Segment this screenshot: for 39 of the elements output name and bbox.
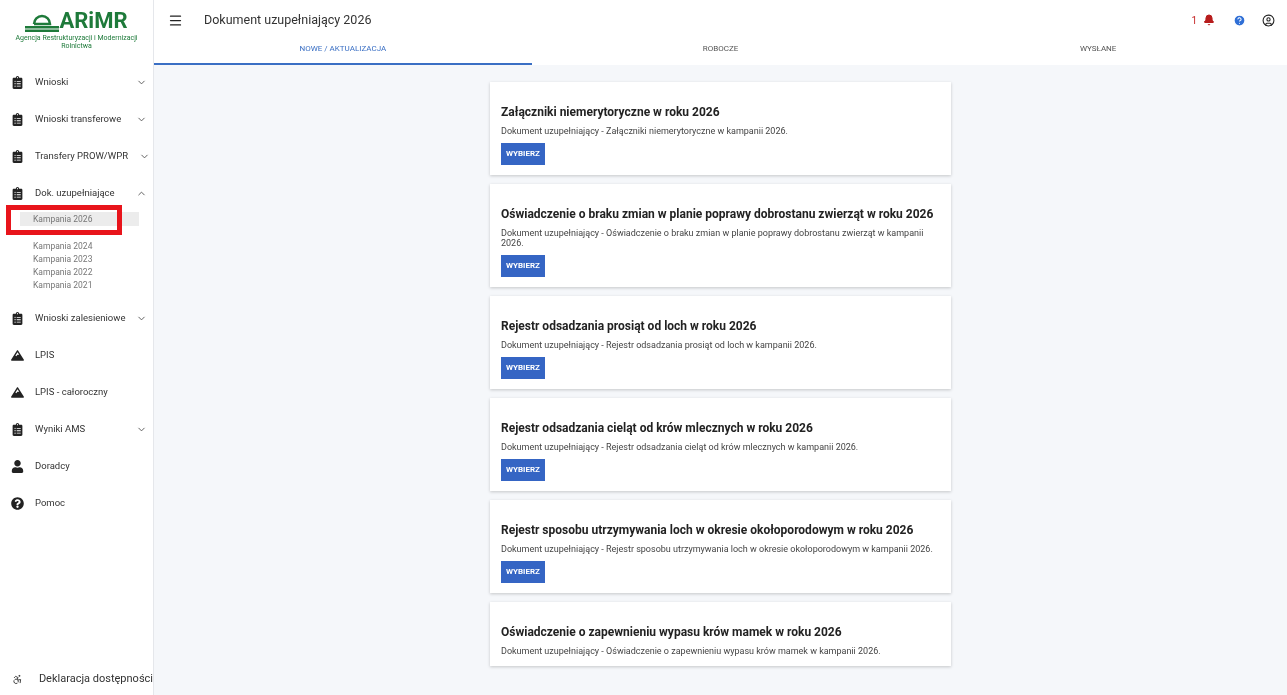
select-button[interactable]: WYBIERZ — [501, 459, 545, 481]
page-title: Dokument uzupełniający 2026 — [204, 10, 372, 29]
sidebar-item[interactable]: Wnioski transferowe — [0, 101, 153, 138]
card-description: Dokument uzupełniający - Załączniki niemerytoryczne w kampanii 2026. — [501, 126, 789, 136]
sidebar-item[interactable]: LPIS - całoroczny — [0, 374, 153, 411]
tab[interactable]: WYSŁANE — [909, 40, 1287, 65]
sidebar-subitem[interactable]: Kampania 2022 — [20, 266, 139, 279]
card-title: Załączniki niemerytoryczne w roku 2026 — [501, 104, 721, 120]
card-title: Rejestr sposobu utrzymywania loch w okresie okołoporodowym w roku 2026 — [501, 522, 915, 538]
card-title: Rejestr odsadzania prosiąt od loch w roku 2026 — [501, 318, 758, 334]
sidebar-item[interactable]: Pomoc — [0, 485, 153, 522]
tab[interactable]: NOWE / AKTUALIZACJA — [154, 40, 532, 65]
select-button[interactable]: WYBIERZ — [501, 357, 545, 379]
card-description: Dokument uzupełniający - Rejestr sposobu utrzymywania loch w okresie okołoporodowym w kampanii 2026. — [501, 544, 934, 554]
sidebar-item[interactable]: Wnioski zalesieniowe — [0, 300, 153, 337]
card-description: Dokument uzupełniający - Rejestr odsadzania cieląt od krów mlecznych w kampanii 2026. — [501, 442, 860, 452]
logo-text: ARiMR — [59, 10, 128, 32]
sidebar-item[interactable]: LPIS — [0, 337, 153, 374]
sidebar-item[interactable]: Dok. uzupełniające — [0, 175, 153, 212]
select-button[interactable]: WYBIERZ — [501, 255, 545, 277]
sidebar-subitem[interactable]: Kampania 2023 — [20, 253, 139, 266]
card-description: Dokument uzupełniający - Oświadczenie o zapewnieniu wypasu krów mamek w kampanii 2026. — [501, 646, 882, 656]
select-button[interactable]: WYBIERZ — [501, 561, 545, 583]
sidebar-item[interactable]: Wnioski — [0, 64, 153, 101]
card-title: Rejestr odsadzania cieląt od krów mlecznych w roku 2026 — [501, 420, 814, 436]
sidebar-item[interactable]: Doradcy — [0, 448, 153, 485]
sidebar-subitem[interactable]: Kampania 2021 — [20, 279, 139, 292]
card-description: Dokument uzupełniający - Oświadczenie o braku zmian w planie poprawy dobrostanu zwierząt w kampanii 2026. — [501, 228, 925, 248]
sidebar-subitem[interactable]: Kampania 2026 — [20, 212, 139, 226]
tab[interactable]: ROBOCZE — [531, 40, 910, 65]
card-description: Dokument uzupełniający - Rejestr odsadzania prosiąt od loch w kampanii 2026. — [501, 340, 818, 350]
sidebar-item[interactable]: Deklaracja dostępności — [0, 664, 153, 694]
notification-count: 1 — [1191, 13, 1197, 28]
sidebar-subitem[interactable]: Kampania 2024 — [20, 240, 139, 253]
card-title: Oświadczenie o braku zmian w planie poprawy dobrostanu zwierząt w roku 2026 — [501, 206, 935, 222]
select-button[interactable]: WYBIERZ — [501, 143, 545, 165]
sidebar-item[interactable]: Wyniki AMS — [0, 411, 153, 448]
card-title: Oświadczenie o zapewnieniu wypasu krów mamek w roku 2026 — [501, 624, 843, 640]
sidebar-item[interactable]: Transfery PROW/WPR — [0, 138, 153, 175]
